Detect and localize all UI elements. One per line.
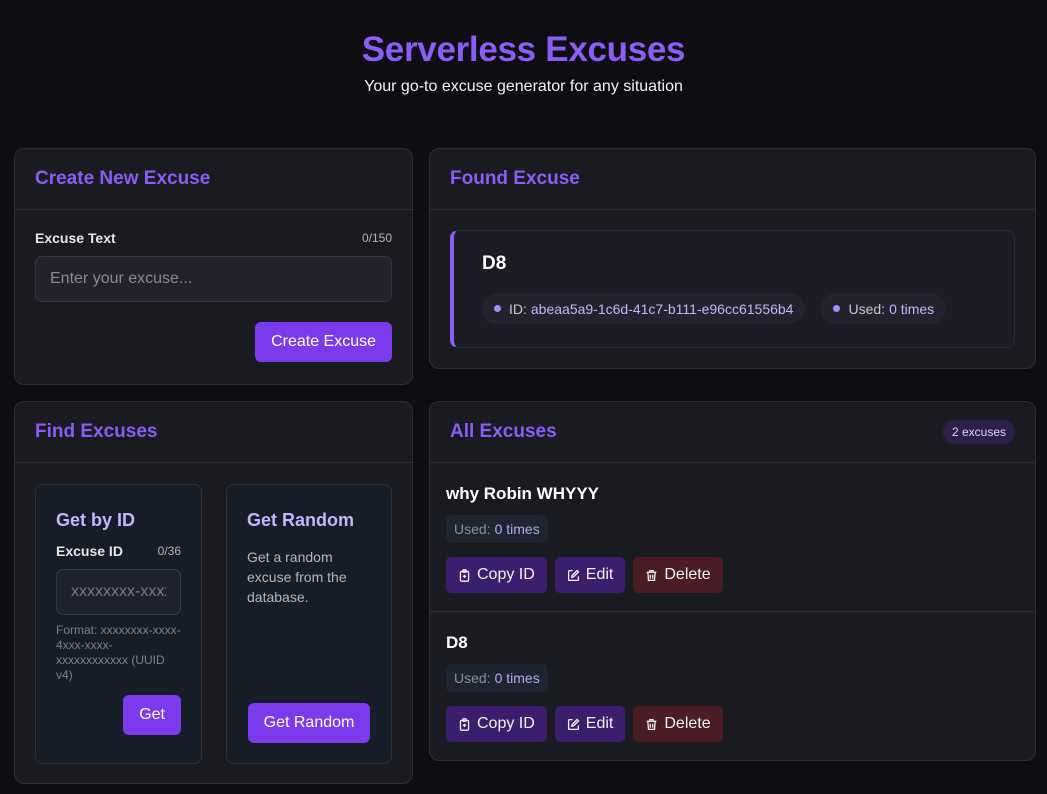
id-char-counter: 0/36 <box>157 544 181 558</box>
id-label: ID: <box>509 300 527 317</box>
copy-id-button[interactable]: Copy ID <box>446 706 547 742</box>
found-excuse-card: Found Excuse D8 ID: abeaa5a9-1c6d-41c7-b… <box>429 148 1036 369</box>
all-excuses-card: All Excuses 2 excuses why Robin WHYYY Us… <box>429 401 1036 761</box>
id-value: abeaa5a9-1c6d-41c7-b111-e96cc61556b4 <box>530 300 794 317</box>
get-random-button[interactable]: Get Random <box>247 703 371 743</box>
edit-label: Edit <box>585 715 614 732</box>
used-value: 0 times <box>494 670 540 686</box>
get-random-description: Get a random excuse from the database. <box>247 549 347 605</box>
list-item: D8 Used: 0 times Copy ID Edit Delete <box>430 612 1035 760</box>
card-title: All Excuses <box>450 421 557 442</box>
id-pill: ID: abeaa5a9-1c6d-41c7-b111-e96cc61556b4 <box>482 293 806 324</box>
excuse-id-label: Excuse ID <box>56 543 123 559</box>
excuse-count-badge: 2 excuses <box>942 420 1015 444</box>
get-random-panel: Get Random Get a random excuse from the … <box>226 484 392 764</box>
delete-button[interactable]: Delete <box>633 706 723 742</box>
excuse-text: D8 <box>446 633 468 652</box>
list-item: why Robin WHYYY Used: 0 times Copy ID Ed… <box>430 463 1035 612</box>
clipboard-icon <box>459 568 470 582</box>
found-excuse-box: D8 ID: abeaa5a9-1c6d-41c7-b111-e96cc6155… <box>450 230 1015 348</box>
used-label: Used: <box>848 300 886 317</box>
get-random-title: Get Random <box>247 510 355 530</box>
get-by-id-button[interactable]: Get <box>123 695 181 735</box>
excuse-text: why Robin WHYYY <box>446 484 599 503</box>
used-pill: Used: 0 times <box>821 293 947 324</box>
card-header: Create New Excuse <box>15 149 412 210</box>
copy-id-label: Copy ID <box>477 566 535 583</box>
copy-id-label: Copy ID <box>477 715 535 732</box>
delete-button[interactable]: Delete <box>633 557 723 593</box>
create-excuse-button[interactable]: Create Excuse <box>255 322 392 362</box>
edit-icon <box>567 569 580 581</box>
format-hint: Format: xxxxxxxx-xxxx-4xxx-xxxx-xxxxxxxx… <box>56 623 181 682</box>
used-tag: Used: 0 times <box>446 515 548 543</box>
trash-icon <box>647 718 657 730</box>
find-excuses-card: Find Excuses Get by ID Excuse ID 0/36 Fo… <box>14 401 413 784</box>
edit-button[interactable]: Edit <box>554 557 626 593</box>
used-tag: Used: 0 times <box>446 664 548 692</box>
card-title: Found Excuse <box>450 168 580 189</box>
get-by-id-title: Get by ID <box>56 510 136 530</box>
edit-button[interactable]: Edit <box>554 706 626 742</box>
card-title: Create New Excuse <box>35 168 211 189</box>
create-excuse-card: Create New Excuse Excuse Text 0/150 Crea… <box>14 148 413 385</box>
excuse-text-input[interactable] <box>35 256 392 302</box>
dot-icon <box>833 305 841 312</box>
char-counter: 0/150 <box>361 231 392 245</box>
card-header: Found Excuse <box>430 149 1035 210</box>
used-label: Used: <box>454 670 491 686</box>
copy-id-button[interactable]: Copy ID <box>446 557 547 593</box>
excuse-id-input[interactable] <box>56 569 181 615</box>
get-by-id-panel: Get by ID Excuse ID 0/36 Format: xxxxxxx… <box>35 484 202 764</box>
trash-icon <box>647 569 657 581</box>
dot-icon <box>494 305 501 312</box>
delete-label: Delete <box>664 566 711 583</box>
card-header: All Excuses 2 excuses <box>430 402 1035 463</box>
delete-label: Delete <box>664 715 711 732</box>
edit-icon <box>567 718 580 730</box>
used-value: 0 times <box>494 521 540 537</box>
card-header: Find Excuses <box>15 402 412 463</box>
app-subtitle: Your go-to excuse generator for any situ… <box>364 78 683 95</box>
app-title: Serverless Excuses <box>361 30 686 69</box>
clipboard-icon <box>459 717 470 731</box>
app-header: Serverless Excuses Your go-to excuse gen… <box>0 0 1047 148</box>
card-title: Find Excuses <box>35 421 158 442</box>
edit-label: Edit <box>585 566 614 583</box>
found-excuse-text: D8 <box>482 253 507 274</box>
used-value: 0 times <box>889 300 935 317</box>
excuse-text-label: Excuse Text <box>35 230 116 246</box>
used-label: Used: <box>454 521 491 537</box>
